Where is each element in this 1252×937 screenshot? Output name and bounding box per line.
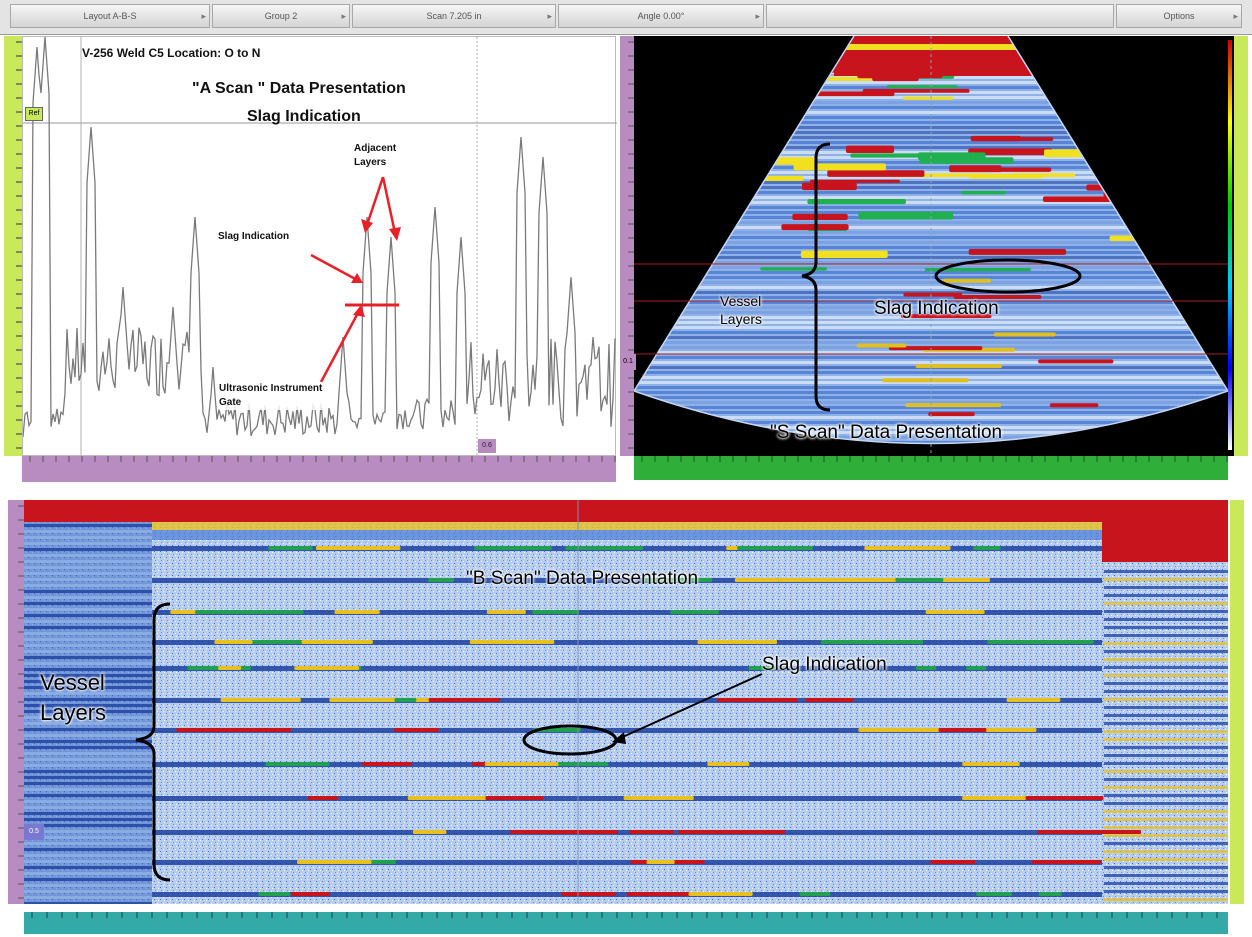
s-scan-angle-ruler[interactable] — [634, 456, 1228, 480]
scan-position-label: Scan 7.205 in — [426, 11, 482, 21]
location-title: V-256 Weld C5 Location: O to N — [82, 46, 261, 60]
layout-label: Layout A-B-S — [83, 11, 137, 21]
adjacent-line-2: Layers — [354, 157, 387, 168]
b-scan-vessel-layers-label: Vessel Layers — [40, 668, 106, 728]
b-vessel-line-1: Vessel — [40, 670, 105, 695]
adjacent-line-1: Adjacent — [354, 143, 397, 154]
b-scan-slag-label: Slag Indication — [762, 654, 887, 675]
s-scan-colorbar-area — [1228, 36, 1248, 456]
options-label: Options — [1163, 11, 1195, 21]
s-scan-depth-ruler[interactable] — [620, 36, 634, 456]
scan-position-field[interactable]: Scan 7.205 in ▸ — [352, 4, 556, 28]
group-label: Group 2 — [264, 11, 298, 21]
s-scan-panel: 0.1 Vessel Layers Slag Indication "S Sca… — [620, 36, 1252, 486]
b-scan-bottom-ticks — [31, 912, 1218, 918]
b-scan-image[interactable]: 0.5 — [24, 500, 1228, 904]
b-scan-heading: "B Scan" Data Presentation — [466, 568, 699, 589]
dropdown-arrow-icon: ▸ — [1233, 11, 1238, 21]
b-scan-depth-ruler[interactable] — [8, 500, 24, 904]
reference-tag[interactable]: Ref — [25, 107, 43, 121]
backwall-band — [24, 500, 1228, 522]
slag-arrow — [310, 253, 360, 283]
angle-label: Angle 0.00° — [637, 11, 685, 21]
cursor-tag[interactable]: 0.6 — [478, 439, 496, 453]
b-vessel-line-2: Layers — [40, 700, 107, 725]
s-vessel-line-1: Vessel — [720, 293, 762, 309]
toolbar-spacer — [766, 4, 1114, 28]
instrument-gate-label: Ultrasonic Instrument Gate — [219, 382, 323, 410]
a-scan-slag-label: Slag Indication — [218, 231, 290, 242]
adjacent-arrow-right — [381, 176, 397, 234]
toolbar: Layout A-B-S ▸ Group 2 ▸ Scan 7.205 in ▸… — [0, 0, 1252, 35]
a-scan-panel: Ref 0.6 V-256 Weld C5 Location: O to N "… — [4, 36, 622, 486]
spinner-arrow-icon: ▸ — [547, 11, 552, 21]
a-scan-amplitude-ruler[interactable] — [4, 36, 22, 456]
layout-selector[interactable]: Layout A-B-S ▸ — [10, 4, 210, 28]
s-vessel-line-2: Layers — [720, 311, 763, 327]
s-scan-heading: "S Scan" Data Presentation — [770, 422, 1003, 443]
a-scan-time-ticks — [29, 456, 616, 462]
angle-field[interactable]: Angle 0.00° ▸ — [558, 4, 764, 28]
s-scan-slag-label: Slag Indication — [874, 298, 999, 319]
dropdown-arrow-icon: ▸ — [201, 11, 206, 21]
s-scan-bottom-ticks — [641, 456, 1228, 462]
s-scan-svg — [634, 36, 1228, 456]
group-selector[interactable]: Group 2 ▸ — [212, 4, 350, 28]
color-palette-bar[interactable] — [1228, 40, 1232, 450]
b-scan-svg — [24, 500, 1228, 904]
b-scan-panel: 0.5 "B Scan" Data Presentation Slag Indi… — [4, 488, 1252, 937]
spinner-arrow-icon: ▸ — [755, 11, 760, 21]
a-scan-time-ruler[interactable] — [22, 456, 616, 482]
b-scan-amplitude-ruler[interactable] — [1230, 500, 1244, 904]
adjacent-layers-label: Adjacent Layers — [354, 142, 396, 170]
s-scan-depth-tag[interactable]: 0.1 — [620, 354, 636, 370]
b-scan-scan-ruler[interactable] — [24, 912, 1228, 934]
adjacent-arrow-left — [365, 176, 385, 226]
b-scan-depth-tag[interactable]: 0.5 — [24, 824, 44, 840]
gate-line-1: Ultrasonic Instrument — [219, 383, 323, 394]
s-scan-image[interactable]: 0.1 — [620, 36, 1228, 456]
options-button[interactable]: Options ▸ — [1116, 4, 1242, 28]
s-scan-vessel-layers-label: Vessel Layers — [720, 292, 762, 328]
s-scan-ruler-ticks — [628, 41, 634, 449]
s-scan-amplitude-ruler[interactable] — [1234, 36, 1248, 456]
a-scan-ruler-ticks — [16, 41, 22, 449]
a-scan-heading: "A Scan " Data Presentation — [192, 80, 406, 97]
b-scan-ruler-ticks — [18, 505, 24, 899]
gate-line-2: Gate — [219, 397, 242, 408]
annotation-arrows — [310, 176, 397, 383]
a-scan-subheading: Slag Indication — [247, 108, 361, 125]
dropdown-arrow-icon: ▸ — [341, 11, 346, 21]
